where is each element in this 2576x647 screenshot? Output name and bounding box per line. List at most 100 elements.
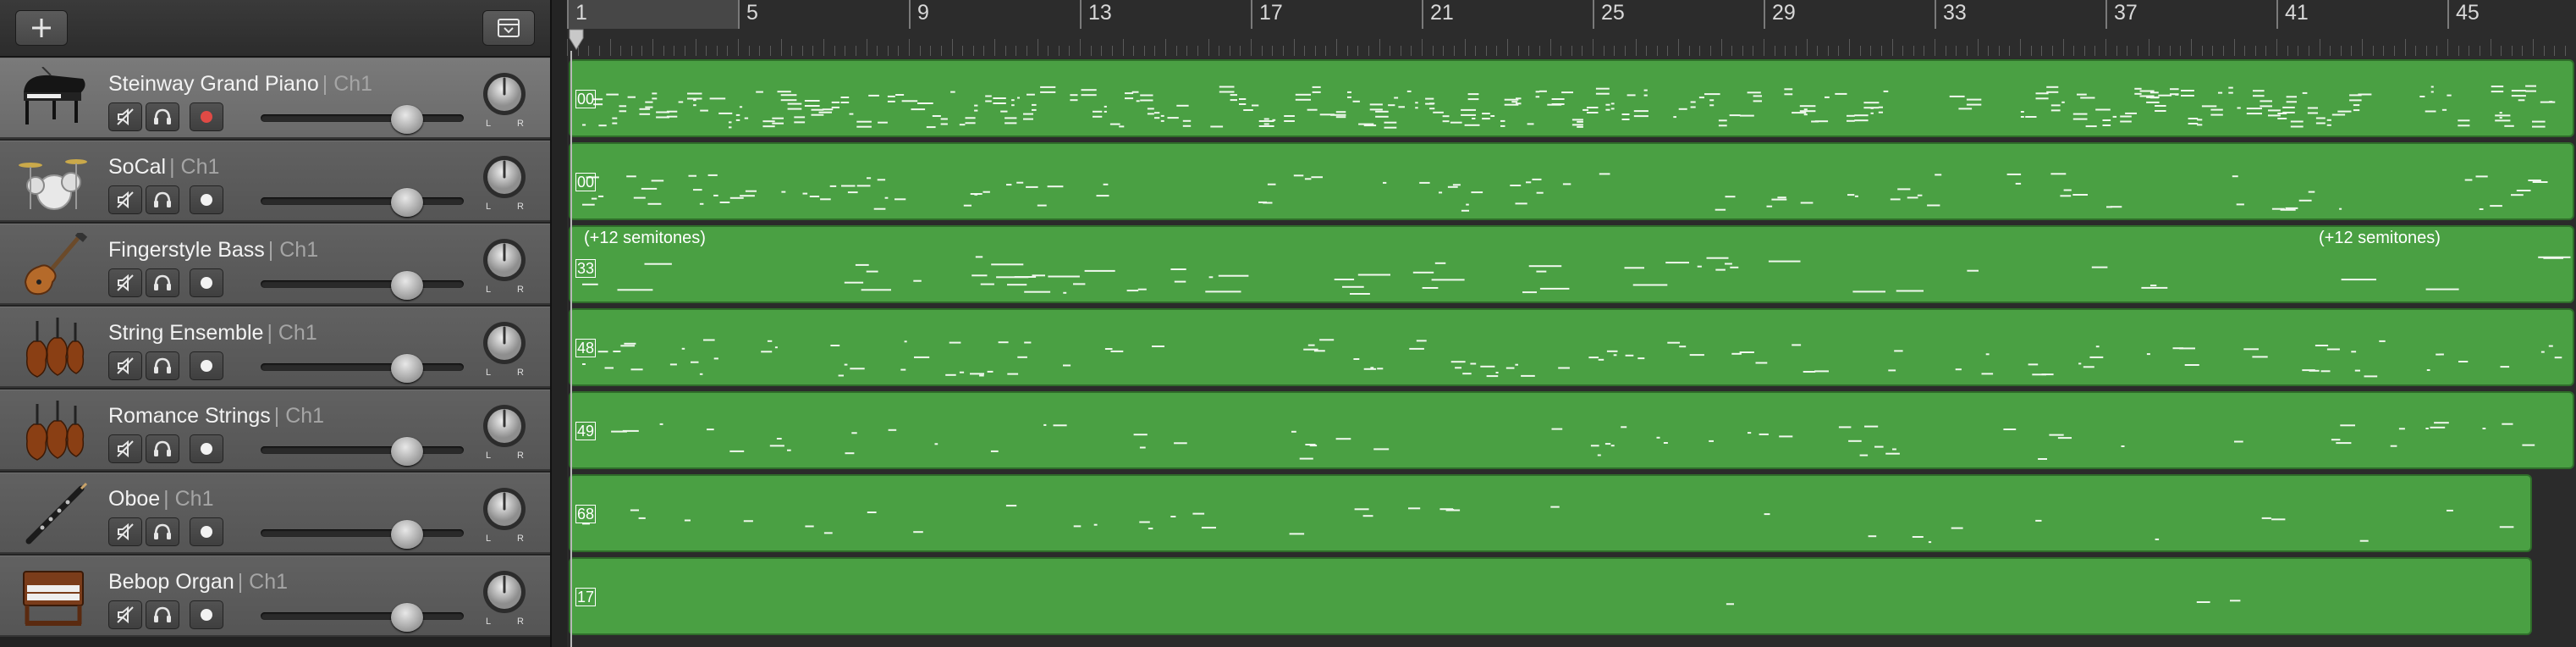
midi-region-2[interactable]: 00 (569, 142, 2574, 220)
track-header-7[interactable]: Bebop Organ | Ch1 L R (0, 556, 550, 637)
beat-tick (1197, 46, 1198, 56)
record-enable-button[interactable] (190, 600, 223, 629)
pan-knob[interactable]: L R (479, 153, 530, 213)
volume-slider-handle[interactable] (390, 437, 423, 466)
add-track-button[interactable] (15, 10, 68, 46)
bar-number: 21 (1430, 1, 1454, 25)
volume-slider[interactable] (261, 280, 464, 288)
midi-region-7[interactable]: 17 (569, 557, 2532, 635)
record-enable-button[interactable] (190, 351, 223, 380)
beat-tick (1272, 46, 1274, 56)
volume-slider-handle[interactable] (390, 105, 423, 134)
track-name[interactable]: Oboe | Ch1 (108, 487, 213, 512)
volume-slider[interactable] (261, 612, 464, 620)
beat-tick (2062, 39, 2064, 56)
beat-tick (1111, 46, 1113, 56)
mute-button[interactable] (108, 185, 142, 214)
pan-knob[interactable]: L R (479, 402, 530, 462)
track-name[interactable]: Bebop Organ | Ch1 (108, 570, 288, 594)
track-list-divider[interactable] (550, 0, 569, 647)
solo-button[interactable] (146, 351, 179, 380)
solo-button[interactable] (146, 268, 179, 297)
mute-icon (117, 357, 134, 375)
pan-knob[interactable]: L R (479, 236, 530, 296)
solo-button[interactable] (146, 517, 179, 546)
track-name[interactable]: Fingerstyle Bass | Ch1 (108, 238, 318, 263)
mute-button[interactable] (108, 517, 142, 546)
volume-slider-handle[interactable] (390, 188, 423, 217)
volume-slider-handle[interactable] (390, 354, 423, 383)
bar-ruler[interactable]: 1 5 9 13 17 21 25 29 33 37 41 45 (567, 0, 2576, 59)
pan-right-label: R (517, 451, 524, 461)
headphones-icon (154, 191, 171, 207)
cycle-region[interactable] (567, 0, 738, 29)
solo-button[interactable] (146, 185, 179, 214)
beat-tick (1913, 46, 1914, 56)
track-header-4[interactable]: String Ensemble | Ch1 L R (0, 307, 550, 388)
pan-knob[interactable]: L R (479, 568, 530, 628)
volume-slider[interactable] (261, 529, 464, 537)
pan-knob[interactable]: L R (479, 70, 530, 130)
bar-number: 41 (2285, 1, 2309, 25)
region-name: 00 (575, 90, 597, 108)
track-header-1[interactable]: Steinway Grand Piano | Ch1 L R (0, 58, 550, 139)
mute-button[interactable] (108, 102, 142, 131)
beat-tick (1325, 46, 1327, 56)
mute-button[interactable] (108, 600, 142, 629)
pan-left-label: L (486, 534, 491, 544)
library-button[interactable] (482, 10, 535, 46)
track-header-3[interactable]: Fingerstyle Bass | Ch1 L R (0, 224, 550, 305)
track-name[interactable]: SoCal | Ch1 (108, 155, 219, 180)
beat-tick (1069, 46, 1071, 56)
beat-tick (1432, 46, 1434, 56)
volume-slider[interactable] (261, 114, 464, 122)
volume-slider-handle[interactable] (390, 603, 423, 632)
volume-slider[interactable] (261, 446, 464, 454)
beat-tick (1453, 46, 1455, 56)
track-header-5[interactable]: Romance Strings | Ch1 L R (0, 390, 550, 471)
tracks-area[interactable]: 00 00 (+12 semitones) 33 (+12 semitones) 48 49… (567, 58, 2576, 647)
tray-down-icon (498, 19, 520, 37)
mute-button[interactable] (108, 351, 142, 380)
record-enable-button[interactable] (190, 517, 223, 546)
midi-region-3[interactable]: (+12 semitones) 33 (+12 semitones) (569, 225, 2574, 303)
volume-slider-handle[interactable] (390, 271, 423, 300)
volume-slider[interactable] (261, 363, 464, 371)
pan-knob[interactable]: L R (479, 319, 530, 379)
solo-button[interactable] (146, 600, 179, 629)
beat-tick (940, 46, 942, 56)
beat-tick (812, 46, 814, 56)
volume-slider-handle[interactable] (390, 520, 423, 549)
beat-tick (2404, 39, 2406, 56)
beat-tick (577, 46, 579, 56)
midi-region-5[interactable]: 49 (569, 391, 2574, 469)
beat-tick (2330, 46, 2331, 56)
region-name: 00 (575, 173, 597, 191)
track-name[interactable]: Steinway Grand Piano | Ch1 (108, 72, 372, 97)
midi-region-1[interactable]: 00 (569, 59, 2574, 137)
midi-region-4[interactable]: 48 (569, 308, 2574, 386)
beat-tick (983, 46, 985, 56)
midi-region-6[interactable]: 68 (569, 474, 2532, 552)
track-header-6[interactable]: Oboe | Ch1 L R (0, 473, 550, 554)
record-enable-button[interactable] (190, 102, 223, 131)
beat-tick (919, 46, 921, 56)
track-header-2[interactable]: SoCal | Ch1 L R (0, 141, 550, 222)
volume-slider[interactable] (261, 197, 464, 205)
solo-button[interactable] (146, 434, 179, 463)
record-enable-button[interactable] (190, 268, 223, 297)
record-enable-button[interactable] (190, 185, 223, 214)
track-name[interactable]: Romance Strings | Ch1 (108, 404, 324, 429)
beat-tick (769, 46, 771, 56)
track-name[interactable]: String Ensemble | Ch1 (108, 321, 317, 346)
record-enable-button[interactable] (190, 434, 223, 463)
pan-knob[interactable]: L R (479, 485, 530, 545)
playhead-icon[interactable] (569, 29, 584, 51)
beat-tick (1880, 46, 1882, 56)
mute-button[interactable] (108, 268, 142, 297)
solo-button[interactable] (146, 102, 179, 131)
mute-button[interactable] (108, 434, 142, 463)
beat-tick (1656, 46, 1658, 56)
beat-tick (1709, 46, 1711, 56)
bar-tick (909, 0, 911, 29)
